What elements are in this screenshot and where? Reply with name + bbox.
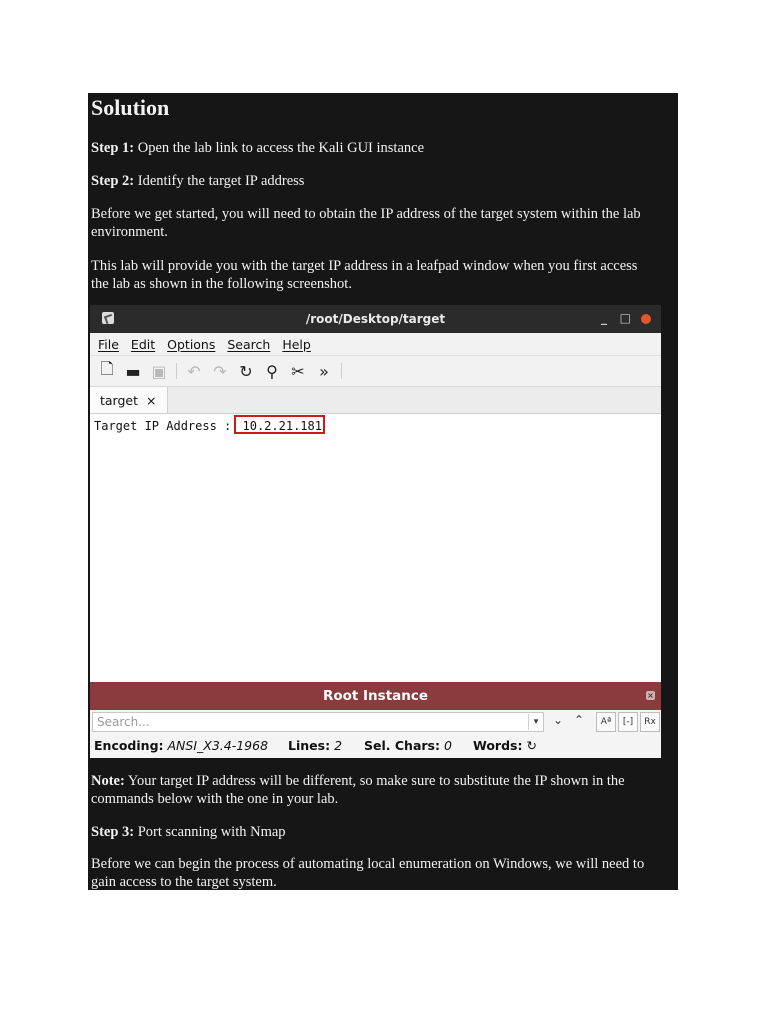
menu-file[interactable]: File [98,337,119,352]
find-icon[interactable]: ⚲ [263,362,281,381]
note-paragraph: Note: Your target IP address will be dif… [91,772,668,808]
match-case-icon[interactable]: Aª [596,712,616,732]
regex-icon[interactable]: Rx [640,712,660,732]
new-file-icon[interactable]: 🗋 [98,358,116,385]
search-row: Search... ▾ ⌄ ⌃ Aª [-] Rx [90,710,661,734]
step-3-text: Port scanning with Nmap [137,824,286,840]
undo-icon[interactable]: ↶ [185,362,203,381]
window-titlebar: /root/Desktop/target _ □ [90,305,661,333]
save-icon[interactable]: ▣ [150,362,168,381]
paragraph-line: Before we get started, you will need to … [91,206,641,222]
solution-panel: Solution Step 1: Open the lab link to ac… [88,93,678,890]
page-title: Solution [91,95,170,120]
open-folder-icon[interactable]: ▬ [124,362,142,381]
reload-icon[interactable]: ↻ [237,362,255,381]
window-title: /root/Desktop/target [305,312,446,326]
step-3: Step 3: Port scanning with Nmap [91,823,668,841]
tab-bar: target × [90,387,661,414]
root-bar-close-icon[interactable]: × [646,691,655,700]
tab-close-icon[interactable]: × [146,393,156,408]
status-lines: Lines: 2 [288,738,342,753]
menu-search[interactable]: Search [227,337,270,352]
status-label: Words: [473,738,523,753]
menu-help[interactable]: Help [282,337,311,352]
text-editor[interactable]: Target IP Address : 10.2.21.181 [90,414,661,682]
status-label: Encoding: [94,738,164,753]
status-bar: Encoding: ANSI_X3.4-1968 Lines: 2 Sel. C… [90,734,661,758]
toolbar: 🗋 ▬ ▣ ↶ ↷ ↻ ⚲ ✂ » [90,356,661,387]
status-label: Sel. Chars: [364,738,440,753]
more-icon[interactable]: » [315,362,333,381]
paragraph-line: Your target IP address will be different… [127,773,625,789]
find-next-icon[interactable]: ⌄ [553,713,563,727]
status-label: Lines: [288,738,331,753]
paragraph-access: Before we can begin the process of autom… [91,855,668,890]
status-selected-chars: Sel. Chars: 0 [364,738,452,753]
ip-label: Target IP Address : [94,419,239,433]
tab-target[interactable]: target × [90,387,168,413]
refresh-icon[interactable]: ↻ [526,738,536,753]
step-3-label: Step 3: [91,824,135,840]
step-2: Step 2: Identify the target IP address [91,172,668,190]
status-value: 2 [334,738,343,753]
status-value: ANSI_X3.4-1968 [167,738,269,753]
search-input[interactable]: Search... [92,712,544,732]
note-label: Note: [91,773,125,789]
ip-highlight-box [234,415,325,434]
status-encoding: Encoding: ANSI_X3.4-1968 [94,738,268,753]
tab-label: target [100,392,139,408]
toolbar-divider [176,363,177,379]
paragraph-line: gain access to the target system. [91,874,277,890]
replace-icon[interactable]: ✂ [289,362,307,381]
menu-bar: File Edit Options Search Help [90,333,661,356]
paragraph-line: This lab will provide you with the targe… [91,258,638,274]
paragraph-line: Before we can begin the process of autom… [91,856,645,872]
chevron-down-icon[interactable]: ▾ [528,714,543,730]
status-words: Words: ↻ [473,738,537,753]
root-instance-bar: Root Instance × [90,682,661,710]
menu-options[interactable]: Options [167,337,215,352]
status-value: 0 [443,738,452,753]
paragraph-line: environment. [91,224,168,240]
step-1: Step 1: Open the lab link to access the … [91,139,668,157]
find-previous-icon[interactable]: ⌃ [574,713,584,727]
menu-edit[interactable]: Edit [131,337,155,352]
maximize-icon[interactable]: □ [620,311,631,325]
leafpad-window: /root/Desktop/target _ □ File Edit Optio… [90,305,661,758]
step-2-text: Identify the target IP address [137,173,305,189]
root-instance-title: Root Instance [322,688,429,704]
step-1-label: Step 1: [91,140,135,156]
paragraph-ip-intro: Before we get started, you will need to … [91,205,668,241]
close-icon[interactable] [641,314,651,324]
redo-icon[interactable]: ↷ [211,362,229,381]
step-2-label: Step 2: [91,173,135,189]
whole-word-icon[interactable]: [-] [618,712,638,732]
paragraph-line: commands below with the one in your lab. [91,791,339,807]
minimize-icon[interactable]: _ [601,311,607,325]
paragraph-leafpad: This lab will provide you with the targe… [91,257,668,293]
toolbar-divider [341,363,342,379]
paragraph-line: the lab as shown in the following screen… [91,276,352,292]
step-1-text: Open the lab link to access the Kali GUI… [137,140,425,156]
